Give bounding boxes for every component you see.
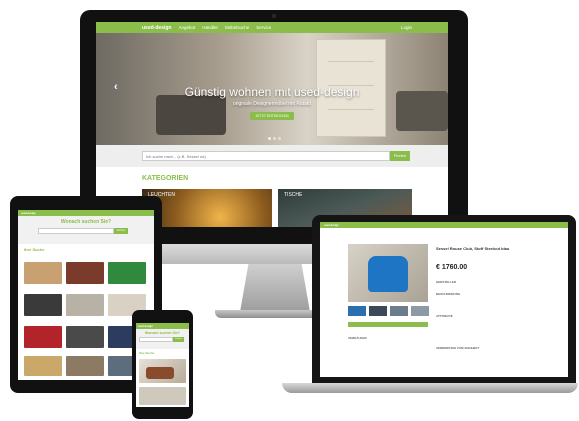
share-bar[interactable] <box>348 322 428 327</box>
label-hersteller: HERSTELLER <box>436 280 457 284</box>
label-verbindung: VERBINDUNG ZUM ANGEBOT <box>436 346 480 350</box>
label-attribute: ATTRIBUTE <box>436 314 453 318</box>
tablet-product-thumb[interactable] <box>66 326 104 348</box>
hero-title: Günstig wohnen mit used-design <box>184 85 360 99</box>
tablet-product-thumb[interactable] <box>108 262 146 284</box>
tablet-product-thumb[interactable] <box>66 262 104 284</box>
phone-search-input[interactable] <box>139 337 173 342</box>
slider-dot[interactable] <box>273 137 276 140</box>
laptop-base <box>282 383 578 393</box>
tablet-search-section: Wonach suchen Sie? Suchen <box>18 216 154 244</box>
hero-cta-label: JETZT ENTDECKEN <box>250 112 294 120</box>
phone-search-section: Wonach suchen Sie? Suchen <box>136 329 189 349</box>
product-thumb[interactable] <box>390 306 408 316</box>
label-beschreibung: BESCHREIBUNG <box>436 292 461 296</box>
slider-dot[interactable] <box>268 137 271 140</box>
product-chair-shape <box>368 256 408 292</box>
product-title: Sessel Rouse Club, Stoff Steelcut blau <box>436 246 510 251</box>
phone-chair-shape <box>146 367 174 379</box>
hero-banner: ‹ Günstig wohnen mit used-design origina… <box>96 33 448 145</box>
phone-product-thumb[interactable] <box>139 387 186 405</box>
laptop-site: used-design Sessel Rouse Club, Stoff Ste… <box>320 222 568 377</box>
tablet-heading: Wonach suchen Sie? <box>60 219 112 225</box>
desktop-navbar: used-design Angebot Händler Möbelsuche S… <box>96 22 448 33</box>
nav-item-haendler[interactable]: Händler <box>202 25 218 30</box>
product-thumb[interactable] <box>411 306 429 316</box>
nav-item-moebelsuche[interactable]: Möbelsuche <box>225 25 249 30</box>
tablet-search-row: Suchen <box>38 228 134 234</box>
product-thumb[interactable] <box>369 306 387 316</box>
product-price: € 1760.00 <box>436 264 468 271</box>
phone-section-title: Ihre Suche <box>139 351 155 355</box>
tablet-product-thumb[interactable] <box>24 326 62 348</box>
shelf-line <box>328 109 374 110</box>
laptop-navbar: used-design <box>320 222 568 228</box>
tablet-product-thumb[interactable] <box>66 356 104 376</box>
tablet-product-thumb[interactable] <box>24 356 62 376</box>
tablet-search-input[interactable] <box>38 228 114 234</box>
search-row: Finden <box>142 151 412 161</box>
categories-title: KATEGORIEN <box>142 175 189 182</box>
tablet-section-title: Ihre Suche <box>24 247 45 252</box>
search-button[interactable]: Finden <box>390 151 410 161</box>
product-thumb[interactable] <box>348 306 366 316</box>
nav-item-angebot[interactable]: Angebot <box>178 25 195 30</box>
tablet-logo[interactable]: used-design <box>21 212 36 215</box>
phone-heading: Wonach suchen Sie? <box>144 331 181 335</box>
login-link[interactable]: Login <box>401 25 412 30</box>
phone-search-button[interactable]: Suchen <box>173 337 184 342</box>
desktop-stand <box>240 264 310 312</box>
search-input[interactable] <box>142 151 390 161</box>
hero-cta-button[interactable]: JETZT ENTDECKEN <box>250 112 294 120</box>
tablet-search-button[interactable]: Suchen <box>114 228 128 234</box>
category-label: TISCHE <box>284 192 303 198</box>
phone-site: used-design Wonach suchen Sie? Suchen Ih… <box>136 323 189 407</box>
tablet-product-thumb[interactable] <box>66 294 104 316</box>
nav-item-service[interactable]: Service <box>256 25 271 30</box>
tablet-product-thumb[interactable] <box>24 262 62 284</box>
label-verkaeufer: VERKÄUFER <box>348 336 367 340</box>
site-logo[interactable]: used-design <box>142 25 171 31</box>
tablet-product-thumb[interactable] <box>24 294 62 316</box>
camera-dot <box>272 14 276 18</box>
hero-subtitle: originale Designermöbel mit Rabatt <box>232 101 312 107</box>
phone-logo[interactable]: used-design <box>138 325 153 328</box>
phone-search-row: Suchen <box>139 337 186 342</box>
shelf-line <box>328 61 374 62</box>
slider-dot[interactable] <box>278 137 281 140</box>
laptop-logo[interactable]: used-design <box>324 224 339 227</box>
search-section: Finden <box>96 145 448 167</box>
